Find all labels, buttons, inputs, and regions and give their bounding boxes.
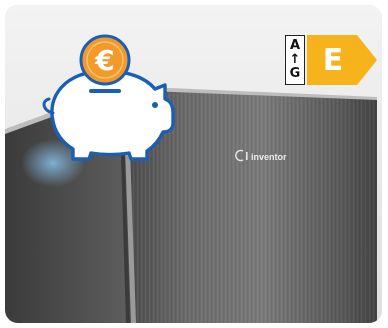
brand-name: inventor xyxy=(251,152,287,162)
scale-top: A xyxy=(289,38,301,53)
energy-scale: A ↑ G xyxy=(285,35,305,85)
coin-symbol: € xyxy=(94,44,114,77)
product-image-card: inventor € A ↑ G E xyxy=(5,5,382,323)
scale-arrow: ↑ xyxy=(289,52,301,67)
energy-efficiency-label: A ↑ G E xyxy=(285,35,377,87)
energy-class: E xyxy=(322,42,344,78)
euro-coin-icon: € xyxy=(79,34,131,86)
scale-bottom: G xyxy=(289,66,301,81)
